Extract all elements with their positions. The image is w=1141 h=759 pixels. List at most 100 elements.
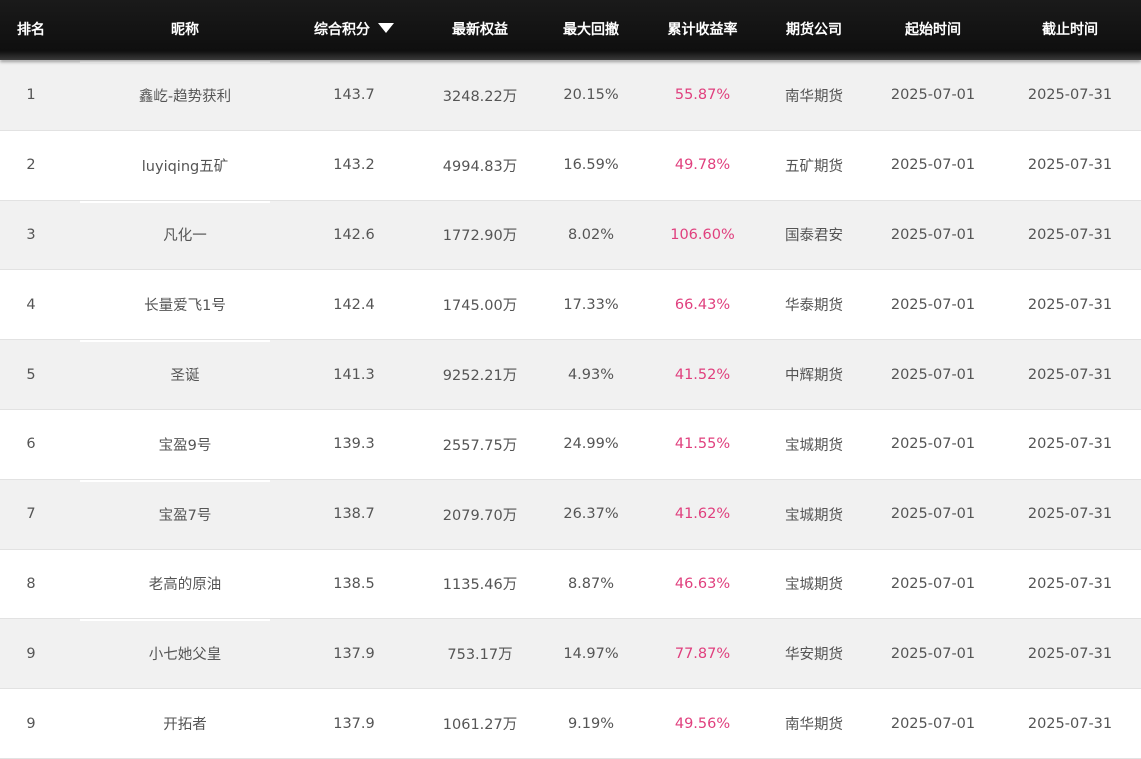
return-cell: 46.63%	[674, 575, 731, 592]
return-cell: 77.87%	[674, 645, 731, 662]
return-cell: 66.43%	[674, 296, 731, 313]
equity-cell: 1135.46万	[442, 577, 518, 594]
start-date-cell: 2025-07-01	[890, 296, 976, 313]
score-cell: 137.9	[333, 645, 375, 662]
return-cell: 55.87%	[674, 87, 731, 104]
header-score-sort[interactable]: 综合积分	[300, 0, 408, 60]
drawdown-cell: 9.19%	[567, 715, 615, 732]
equity-cell: 2079.70万	[442, 507, 518, 524]
company-cell: 南华期货	[785, 88, 843, 105]
table-row[interactable]: 7 宝盈7号 138.7 2079.70万 26.37% 41.62% 宝城期货 2025-0…	[0, 479, 1141, 550]
end-date-cell: 2025-07-31	[1027, 296, 1113, 313]
rank-cell: 6	[26, 436, 36, 453]
company-cell: 南华期货	[785, 717, 843, 734]
end-date-cell: 2025-07-31	[1027, 226, 1113, 243]
table-row[interactable]: 2 luyiqing五矿 143.2 4994.83万 16.59% 49.78% 五矿期货…	[0, 130, 1141, 201]
score-cell: 141.3	[333, 366, 375, 383]
return-cell: 41.62%	[674, 506, 731, 523]
header-end[interactable]: 截止时间	[1005, 0, 1135, 60]
drawdown-cell: 16.59%	[563, 157, 619, 174]
start-date-cell: 2025-07-01	[890, 226, 976, 243]
header-start[interactable]: 起始时间	[868, 0, 998, 60]
end-date-cell: 2025-07-31	[1027, 575, 1113, 592]
ranking-table: 排名 昵称 综合积分 最新权益 最大回撤 累计收益率 期货公司 起始时间 截止时…	[0, 0, 1141, 759]
return-cell: 49.78%	[674, 157, 731, 174]
drawdown-cell: 8.87%	[567, 575, 615, 592]
name-cell: 小七她父皇	[148, 647, 222, 664]
start-date-cell: 2025-07-01	[890, 575, 976, 592]
table-row[interactable]: 8 老高的原油 138.5 1135.46万 8.87% 46.63% 宝城期货 2025-0…	[0, 549, 1141, 620]
end-date-cell: 2025-07-31	[1027, 506, 1113, 523]
score-cell: 138.5	[333, 575, 375, 592]
table-row[interactable]: 6 宝盈9号 139.3 2557.75万 24.99% 41.55% 宝城期货 2025-0…	[0, 409, 1141, 480]
drawdown-cell: 17.33%	[563, 296, 619, 313]
name-cell: 长量爱飞1号	[144, 298, 226, 315]
table-row[interactable]: 9 小七她父皇 137.9 753.17万 14.97% 77.87% 华安期货 2025-0…	[0, 619, 1141, 690]
end-date-cell: 2025-07-31	[1027, 366, 1113, 383]
equity-cell: 9252.21万	[442, 368, 518, 385]
rank-cell: 7	[26, 506, 36, 523]
table-row[interactable]: 4 长量爱飞1号 142.4 1745.00万 17.33% 66.43% 华泰期货 2025…	[0, 270, 1141, 341]
header-company[interactable]: 期货公司	[765, 0, 863, 60]
end-date-cell: 2025-07-31	[1027, 645, 1113, 662]
table-body: 1 鑫屹-趋势获利 143.7 3248.22万 20.15% 55.87% 南华期货 202…	[0, 61, 1141, 759]
name-cell: 鑫屹-趋势获利	[138, 88, 232, 105]
company-cell: 宝城期货	[785, 437, 843, 454]
score-cell: 137.9	[333, 715, 375, 732]
company-cell: 华安期货	[785, 647, 843, 664]
table-row[interactable]: 1 鑫屹-趋势获利 143.7 3248.22万 20.15% 55.87% 南华期货 202…	[0, 61, 1141, 131]
rank-cell: 9	[26, 645, 36, 662]
company-cell: 宝城期货	[785, 577, 843, 594]
name-cell: 开拓者	[163, 717, 207, 734]
start-date-cell: 2025-07-01	[890, 436, 976, 453]
end-date-cell: 2025-07-31	[1027, 157, 1113, 174]
drawdown-cell: 20.15%	[563, 87, 619, 104]
score-cell: 138.7	[333, 506, 375, 523]
company-cell: 五矿期货	[785, 158, 843, 175]
equity-cell: 1745.00万	[442, 298, 518, 315]
start-date-cell: 2025-07-01	[890, 645, 976, 662]
table-row[interactable]: 3 凡化一 142.6 1772.90万 8.02% 106.60% 国泰君安 2025-07…	[0, 200, 1141, 271]
return-cell: 49.56%	[674, 715, 731, 732]
table-row[interactable]: 5 圣诞 141.3 9252.21万 4.93% 41.52% 中辉期货 2025-07-0…	[0, 340, 1141, 410]
name-cell: 宝盈7号	[158, 507, 212, 524]
rank-cell: 5	[26, 366, 36, 383]
start-date-cell: 2025-07-01	[890, 715, 976, 732]
header-drawdown[interactable]: 最大回撤	[545, 0, 637, 60]
name-cell: 圣诞	[170, 368, 200, 385]
score-cell: 142.6	[333, 226, 375, 243]
drawdown-cell: 26.37%	[563, 506, 619, 523]
end-date-cell: 2025-07-31	[1027, 715, 1113, 732]
header-name[interactable]: 昵称	[90, 0, 280, 60]
score-cell: 142.4	[333, 296, 375, 313]
rank-cell: 4	[26, 296, 36, 313]
drawdown-cell: 24.99%	[563, 436, 619, 453]
score-cell: 143.7	[333, 87, 375, 104]
start-date-cell: 2025-07-01	[890, 506, 976, 523]
header-rank[interactable]: 排名	[0, 0, 62, 60]
company-cell: 宝城期货	[785, 507, 843, 524]
equity-cell: 1061.27万	[442, 717, 518, 734]
equity-cell: 3248.22万	[442, 88, 518, 105]
rank-cell: 1	[26, 87, 36, 104]
table-header: 排名 昵称 综合积分 最新权益 最大回撤 累计收益率 期货公司 起始时间 截止时…	[0, 0, 1141, 60]
return-cell: 41.55%	[674, 436, 731, 453]
equity-cell: 1772.90万	[442, 228, 518, 245]
name-cell: 老高的原油	[148, 577, 222, 594]
header-equity[interactable]: 最新权益	[420, 0, 540, 60]
rank-cell: 8	[26, 575, 36, 592]
equity-cell: 753.17万	[447, 647, 513, 664]
table-row[interactable]: 9 开拓者 137.9 1061.27万 9.19% 49.56% 南华期货 2025-07-…	[0, 689, 1141, 759]
equity-cell: 4994.83万	[442, 158, 518, 175]
header-return[interactable]: 累计收益率	[645, 0, 760, 60]
drawdown-cell: 14.97%	[563, 645, 619, 662]
start-date-cell: 2025-07-01	[890, 366, 976, 383]
equity-cell: 2557.75万	[442, 437, 518, 454]
name-cell: luyiqing五矿	[141, 158, 229, 175]
end-date-cell: 2025-07-31	[1027, 87, 1113, 104]
return-cell: 41.52%	[674, 366, 731, 383]
rank-cell: 2	[26, 157, 36, 174]
caret-down-icon[interactable]	[378, 23, 394, 33]
score-cell: 139.3	[333, 436, 375, 453]
company-cell: 中辉期货	[785, 368, 843, 385]
